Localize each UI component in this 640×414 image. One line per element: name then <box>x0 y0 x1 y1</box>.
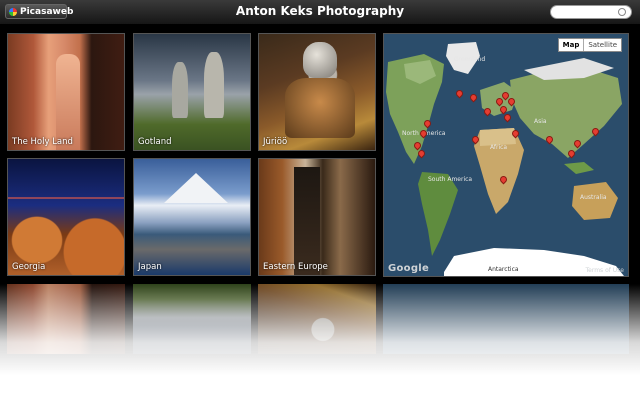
search-box[interactable] <box>550 5 632 25</box>
map-label-south-america: South America <box>428 176 473 183</box>
album-tile-georgia[interactable]: Georgia <box>7 158 125 276</box>
album-tile-eastern-europe[interactable]: Eastern Europe <box>258 158 376 276</box>
album-thumbnail <box>164 173 228 203</box>
map-button[interactable]: Map <box>559 39 584 51</box>
album-thumbnail <box>285 78 355 138</box>
album-caption: Japan <box>138 262 162 272</box>
page-title: Anton Keks Photography <box>235 4 405 18</box>
album-tile-juriöö[interactable]: Jüriöö <box>258 33 376 151</box>
album-thumbnail <box>8 197 124 199</box>
album-caption: Gotland <box>138 137 172 147</box>
google-logo: Google <box>388 263 430 274</box>
album-thumbnail <box>294 167 320 275</box>
album-caption: Jüriöö <box>263 137 288 147</box>
album-tile-japan[interactable]: Japan <box>133 158 251 276</box>
reflection-fade <box>0 284 640 414</box>
terms-of-use-link[interactable]: Terms of Use <box>586 267 624 274</box>
top-bar: Picasaweb Anton Keks Photography <box>0 0 640 25</box>
search-input[interactable] <box>557 13 617 25</box>
map-label-antarctica: Antarctica <box>488 266 519 273</box>
map-label-africa: Africa <box>490 144 508 151</box>
reflection-area <box>0 284 640 414</box>
album-caption: Georgia <box>12 262 46 272</box>
map-label-australia: Australia <box>580 194 607 201</box>
map-label-asia: Asia <box>534 118 547 125</box>
map-label-greenland: Greenland <box>454 56 486 63</box>
album-thumbnail-detail <box>303 42 337 78</box>
satellite-button[interactable]: Satellite <box>583 39 621 51</box>
album-caption: Eastern Europe <box>263 262 328 272</box>
search-icon[interactable] <box>618 8 626 16</box>
album-tile-holy-land[interactable]: The Holy Land <box>7 33 125 151</box>
world-map[interactable]: Map Satellite Greenland North America So… <box>383 33 629 277</box>
album-caption: The Holy Land <box>12 137 73 147</box>
album-tile-gotland[interactable]: Gotland <box>133 33 251 151</box>
album-thumbnail-detail <box>204 52 224 118</box>
map-type-toggle[interactable]: Map Satellite <box>557 38 622 52</box>
album-thumbnail <box>172 62 188 118</box>
